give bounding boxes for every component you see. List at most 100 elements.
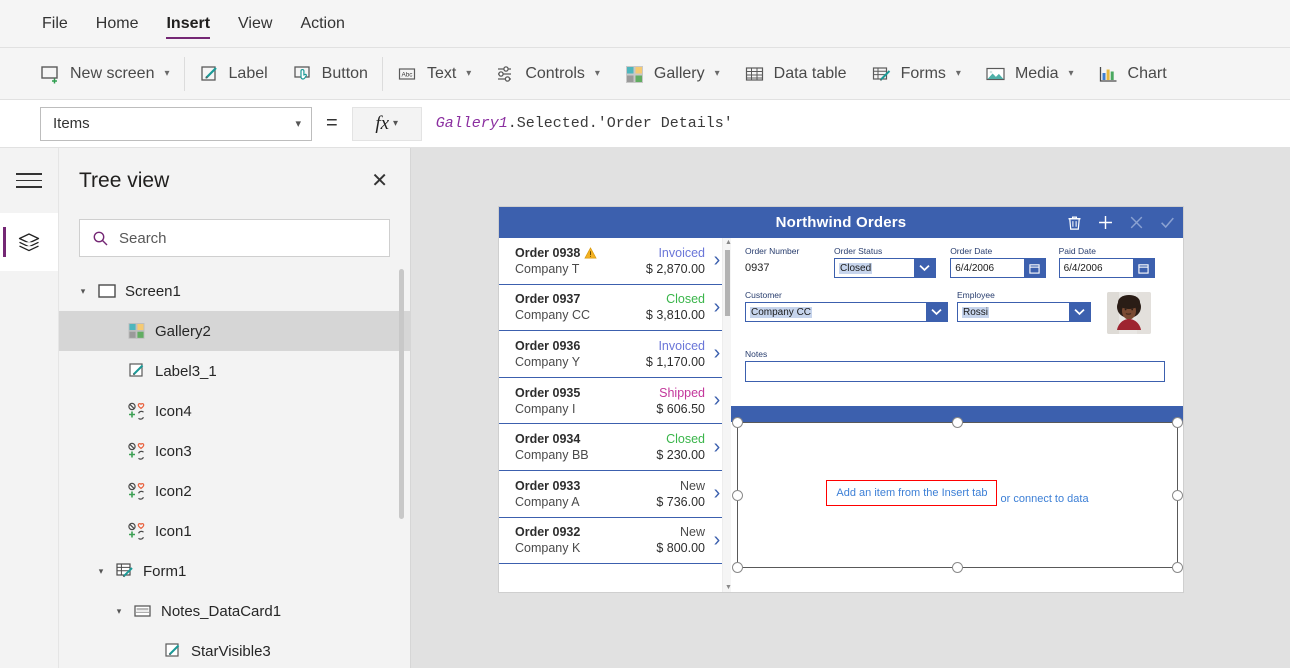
tree-node-icon3[interactable]: Icon3 [59, 431, 410, 471]
ribbon-controls-button[interactable]: Controls ▾ [483, 56, 612, 92]
ribbon-divider [183, 56, 185, 91]
empty-message-boxed-text[interactable]: Add an item from the Insert tab [836, 487, 987, 499]
ribbon-data-table-button[interactable]: Data table [732, 56, 859, 92]
ribbon-forms-button[interactable]: Forms ▾ [859, 56, 973, 92]
gallery-row[interactable]: Order 0938 Company T Invoiced $ 2,870.00… [499, 238, 731, 285]
chevron-down-icon[interactable] [926, 303, 947, 321]
property-select[interactable]: Items ▾ [40, 106, 312, 141]
field-value: Company CC [750, 306, 813, 318]
menu-label: View [238, 14, 273, 32]
order-date-picker[interactable]: 6/4/2006 [950, 258, 1047, 278]
resize-handle-top-center[interactable] [952, 417, 963, 428]
formula-bar: Items ▾ = fx ▾ Gallery1 .Selected.'Order … [0, 100, 1290, 148]
field-value: 6/4/2006 [1063, 262, 1103, 274]
gallery-row[interactable]: Order 0935 Company I Shipped $ 606.50 › [499, 378, 731, 425]
app-canvas[interactable]: Northwind Orders Order 0938 Company T In… [411, 148, 1290, 668]
resize-handle-top-left[interactable] [732, 417, 743, 428]
twisty-icon[interactable]: ▾ [113, 606, 125, 617]
menu-item-action[interactable]: Action [286, 0, 358, 47]
calendar-icon[interactable] [1024, 259, 1046, 277]
order-status: Shipped [659, 385, 705, 400]
chevron-down-icon[interactable] [1069, 303, 1090, 321]
trash-icon[interactable] [1065, 213, 1084, 232]
tree-node-gallery2[interactable]: Gallery2 [59, 311, 410, 351]
search-icon [93, 231, 108, 245]
chevron-down-icon: ▾ [295, 118, 301, 130]
fx-button[interactable]: fx ▾ [351, 106, 422, 141]
resize-handle-middle-right[interactable] [1172, 489, 1183, 501]
notes-input[interactable] [745, 361, 1165, 382]
orders-gallery[interactable]: Order 0938 Company T Invoiced $ 2,870.00… [499, 238, 731, 592]
field-order-date: Order Date 6/4/2006 [950, 246, 1058, 278]
ribbon-gallery-button[interactable]: Gallery ▾ [612, 56, 732, 92]
gallery-row[interactable]: Order 0936 Company Y Invoiced $ 1,170.00… [499, 331, 731, 378]
search-input[interactable]: Search [79, 219, 390, 257]
menu-label: Home [95, 14, 139, 32]
resize-handle-bottom-center[interactable] [952, 562, 963, 573]
employee-dropdown[interactable]: Rossi [957, 302, 1091, 322]
order-amount: $ 800.00 [656, 541, 705, 556]
ribbon-chart-button[interactable]: Chart [1086, 56, 1179, 92]
field-label: Paid Date [1058, 246, 1096, 256]
calendar-icon[interactable] [1132, 259, 1154, 277]
gallery-row[interactable]: Order 0933 Company A New $ 736.00 › [499, 471, 731, 518]
twisty-icon[interactable]: ▾ [77, 286, 89, 297]
chevron-down-icon: ▾ [955, 68, 961, 79]
empty-message-link[interactable]: or connect to data [997, 493, 1089, 505]
ribbon-media-button[interactable]: Media ▾ [973, 56, 1086, 92]
tree-node-notes-datacard1[interactable]: ▾ Notes_DataCard1 [59, 591, 410, 631]
employee-photo [1107, 292, 1151, 339]
order-amount: $ 230.00 [656, 448, 705, 463]
tree-node-screen1[interactable]: ▾ Screen1 [59, 271, 410, 311]
scroll-down-arrow-icon[interactable]: ▼ [725, 584, 732, 591]
ribbon-new-screen-button[interactable]: New screen ▾ [28, 56, 182, 92]
add-icon[interactable] [1096, 213, 1115, 232]
tree-node-starvisible3[interactable]: StarVisible3 [59, 631, 410, 668]
gallery-row[interactable]: Order 0932 Company K New $ 800.00 › [499, 518, 731, 565]
close-icon[interactable]: ✕ [371, 171, 388, 191]
label-icon [200, 65, 217, 81]
paid-date-picker[interactable]: 6/4/2006 [1058, 258, 1155, 278]
annotation-highlight-box: Add an item from the Insert tab [826, 480, 998, 506]
order-status-dropdown[interactable]: Closed [834, 258, 937, 278]
resize-handle-top-right[interactable] [1172, 417, 1183, 428]
formula-input[interactable]: Gallery1 .Selected.'Order Details' [421, 106, 1290, 141]
tree-node-label: Label3_1 [155, 362, 217, 380]
tree-node-icon2[interactable]: Icon2 [59, 471, 410, 511]
gallery-scrollbar[interactable]: ▲ ▼ [722, 238, 732, 592]
rail-item-tree-view[interactable] [0, 213, 58, 271]
gallery-row[interactable]: Order 0934 Company BB Closed $ 230.00 › [499, 424, 731, 471]
tree-node-icon1[interactable]: Icon1 [59, 511, 410, 551]
gallery-row[interactable]: Order 0937 Company CC Closed $ 3,810.00 … [499, 285, 731, 332]
resize-handle-bottom-left[interactable] [732, 562, 743, 573]
ribbon-label-button[interactable]: Label [187, 56, 280, 92]
ribbon-button-button[interactable]: Button [280, 56, 380, 92]
employee-avatar [1107, 292, 1151, 334]
tree-node-label3-1[interactable]: Label3_1 [59, 351, 410, 391]
field-notes: Notes [745, 349, 1167, 382]
ribbon-text-button[interactable]: Abc Text ▾ [385, 56, 483, 92]
field-value: 0937 [745, 262, 770, 274]
chevron-down-icon: ▾ [466, 68, 472, 79]
chevron-down-icon[interactable] [914, 259, 936, 277]
empty-gallery-message: Add an item from the Insert tab or conne… [738, 480, 1177, 512]
tree-scrollbar[interactable] [399, 269, 404, 519]
tree-node-label: Icon4 [155, 402, 192, 420]
menu-item-view[interactable]: View [224, 0, 286, 47]
twisty-icon[interactable]: ▾ [95, 566, 107, 577]
gallery-scrollbar-thumb[interactable] [725, 250, 730, 316]
search-placeholder: Search [119, 229, 167, 247]
app-header: Northwind Orders [499, 207, 1183, 238]
resize-handle-bottom-right[interactable] [1172, 562, 1183, 573]
active-indicator [3, 227, 6, 257]
selected-gallery2-control[interactable]: Add an item from the Insert tab or conne… [732, 417, 1183, 573]
resize-handle-middle-left[interactable] [732, 489, 743, 501]
tree-node-icon4[interactable]: Icon4 [59, 391, 410, 431]
tree-node-form1[interactable]: ▾ Form1 [59, 551, 410, 591]
customer-dropdown[interactable]: Company CC [745, 302, 948, 322]
menu-item-insert[interactable]: Insert [152, 0, 224, 47]
screen-icon [98, 284, 116, 298]
menu-item-home[interactable]: Home [82, 0, 153, 47]
menu-item-file[interactable]: File [28, 0, 82, 47]
hamburger-button[interactable] [0, 148, 58, 213]
